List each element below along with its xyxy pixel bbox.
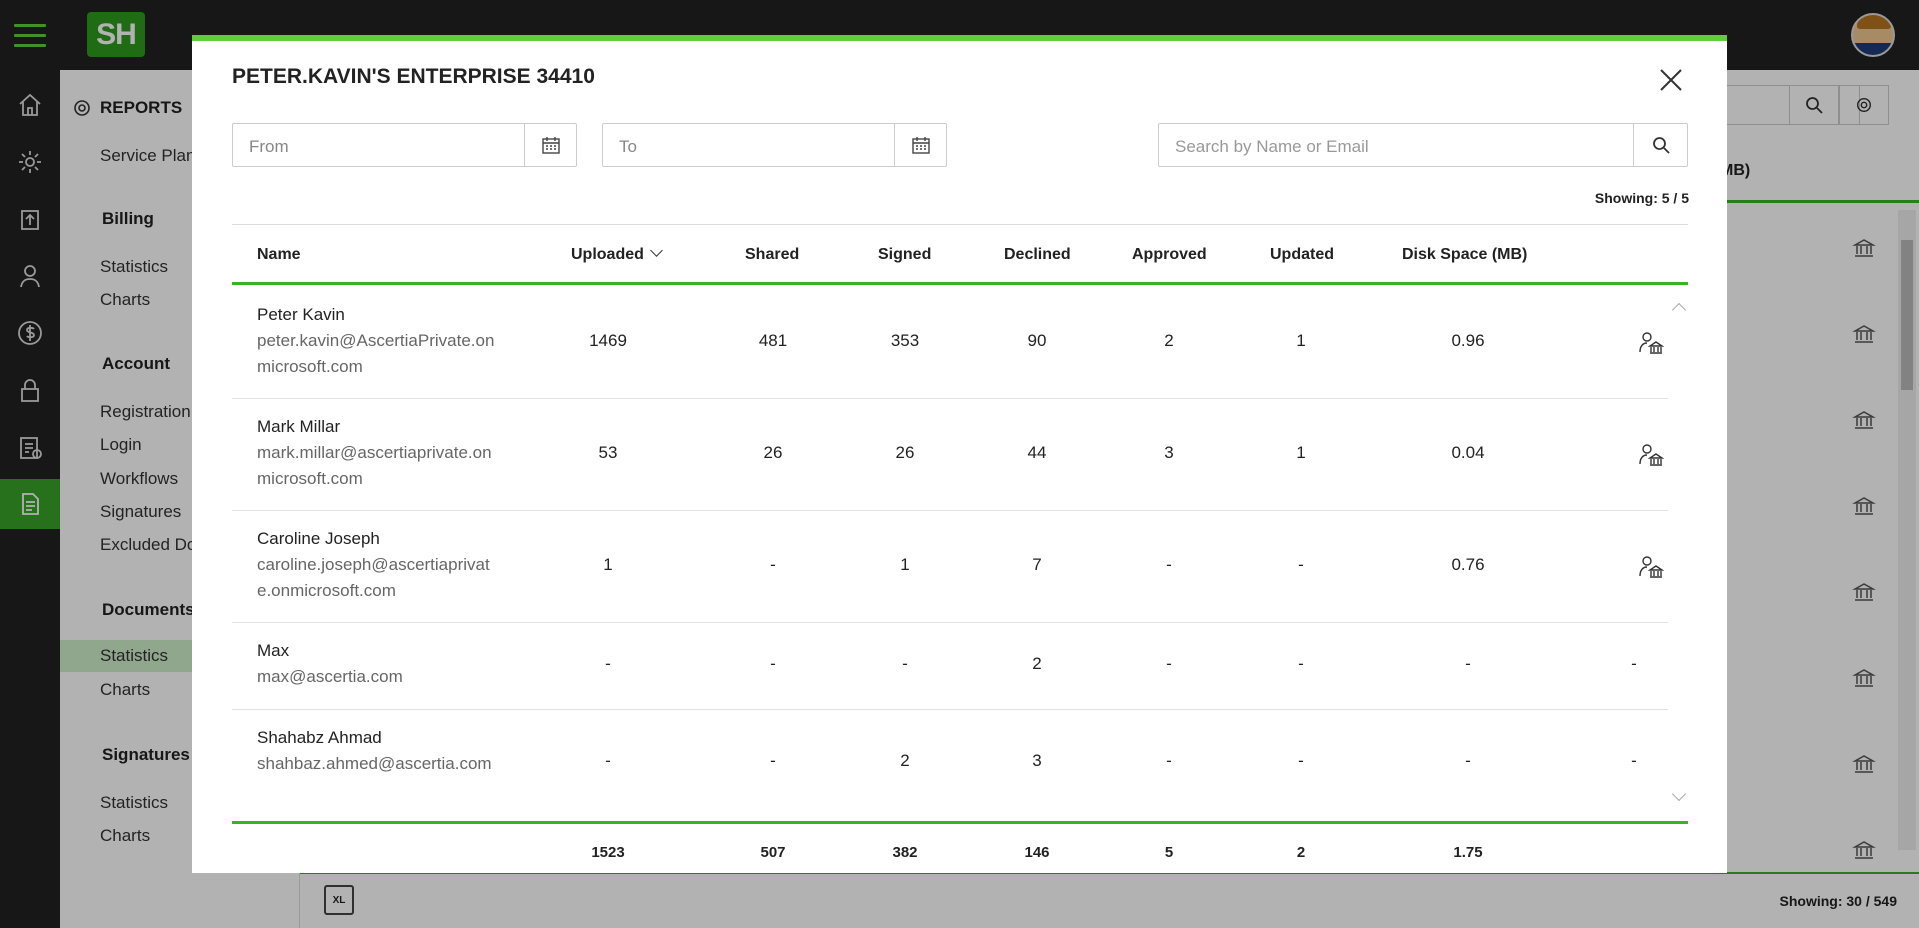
updated-value: - xyxy=(1298,555,1304,574)
signed-value: - xyxy=(902,654,908,673)
search-placeholder: Search by Name or Email xyxy=(1175,137,1369,156)
action-value: - xyxy=(1631,751,1637,770)
column-shared[interactable]: Shared xyxy=(745,246,799,264)
user-name: Shahabz Ahmad xyxy=(257,728,382,747)
user-name: Caroline Joseph xyxy=(257,529,380,548)
shared-value: 481 xyxy=(758,331,788,350)
table-totals-row: 1523 507 382 146 5 2 1.75 xyxy=(232,821,1688,879)
showing-count: Showing: 5 / 5 xyxy=(1594,190,1689,206)
user-email: max@ascertia.com xyxy=(257,667,403,686)
declined-value: 7 xyxy=(1032,555,1042,574)
total-disk-space: 1.75 xyxy=(1453,844,1483,861)
total-signed: 382 xyxy=(892,844,918,861)
total-shared: 507 xyxy=(760,844,786,861)
user-bank-icon[interactable] xyxy=(1638,330,1664,356)
user-email: peter.kavin@AscertiaPrivate.onmicrosoft.… xyxy=(257,331,495,376)
user-name: Mark Millar xyxy=(257,417,341,436)
user-name: Peter Kavin xyxy=(257,305,345,324)
approved-value: 3 xyxy=(1164,443,1174,462)
user-name: Max xyxy=(257,641,290,660)
uploaded-value: 1 xyxy=(603,555,613,574)
approved-value: - xyxy=(1166,751,1172,770)
shared-value: - xyxy=(770,751,776,770)
declined-value: 2 xyxy=(1032,654,1042,673)
declined-value: 90 xyxy=(1027,331,1047,350)
table-row[interactable]: Mark Millar mark.millar@ascertiaprivate.… xyxy=(232,400,1668,511)
table-row[interactable]: Peter Kavin peter.kavin@AscertiaPrivate.… xyxy=(232,288,1668,399)
column-signed[interactable]: Signed xyxy=(878,246,931,264)
table-scrollbar[interactable] xyxy=(1670,299,1688,809)
scroll-up-icon[interactable] xyxy=(1671,302,1687,318)
total-declined: 146 xyxy=(1024,844,1050,861)
column-disk-space[interactable]: Disk Space (MB) xyxy=(1402,246,1527,264)
modal-title: PETER.KAVIN'S ENTERPRISE 34410 xyxy=(232,65,595,88)
approved-value: - xyxy=(1166,555,1172,574)
signed-value: 26 xyxy=(895,443,915,462)
table-row[interactable]: Max max@ascertia.com - - - 2 - - - - xyxy=(232,624,1668,710)
signed-value: 1 xyxy=(900,555,910,574)
uploaded-value: 53 xyxy=(598,443,618,462)
uploaded-value: - xyxy=(605,654,611,673)
column-updated[interactable]: Updated xyxy=(1270,246,1334,264)
uploaded-value: - xyxy=(605,751,611,770)
declined-value: 3 xyxy=(1032,751,1042,770)
search-input[interactable]: Search by Name or Email xyxy=(1158,123,1688,167)
user-cell: Peter Kavin peter.kavin@AscertiaPrivate.… xyxy=(257,302,502,380)
column-uploaded[interactable]: Uploaded xyxy=(571,244,663,264)
user-cell: Mark Millar mark.millar@ascertiaprivate.… xyxy=(257,414,502,492)
column-name[interactable]: Name xyxy=(257,246,301,264)
to-placeholder: To xyxy=(619,137,637,156)
table-row[interactable]: Shahabz Ahmad shahbaz.ahmed@ascertia.com… xyxy=(232,711,1668,819)
scroll-down-icon[interactable] xyxy=(1671,786,1687,802)
updated-value: 1 xyxy=(1296,331,1306,350)
signed-value: 353 xyxy=(890,331,920,350)
enterprise-report-modal: PETER.KAVIN'S ENTERPRISE 34410 From To S… xyxy=(192,35,1727,873)
user-cell: Caroline Joseph caroline.joseph@ascertia… xyxy=(257,526,502,604)
to-date-field[interactable]: To xyxy=(602,123,947,167)
disk-space-value: 0.96 xyxy=(1451,331,1485,350)
search-icon[interactable] xyxy=(1633,124,1687,166)
column-uploaded-label: Uploaded xyxy=(571,246,644,263)
total-approved: 5 xyxy=(1164,844,1174,861)
calendar-icon[interactable] xyxy=(894,124,946,166)
total-uploaded: 1523 xyxy=(591,844,625,861)
table-row[interactable]: Caroline Joseph caroline.joseph@ascertia… xyxy=(232,512,1668,623)
disk-space-value: - xyxy=(1465,654,1471,673)
disk-space-value: 0.76 xyxy=(1451,555,1485,574)
approved-value: 2 xyxy=(1164,331,1174,350)
user-email: shahbaz.ahmed@ascertia.com xyxy=(257,754,492,773)
action-value: - xyxy=(1631,654,1637,673)
uploaded-value: 1469 xyxy=(589,331,627,350)
total-updated: 2 xyxy=(1296,844,1306,861)
user-bank-icon[interactable] xyxy=(1638,442,1664,468)
close-icon[interactable] xyxy=(1658,67,1684,93)
shared-value: - xyxy=(770,555,776,574)
declined-value: 44 xyxy=(1027,443,1047,462)
column-approved[interactable]: Approved xyxy=(1132,246,1207,264)
shared-value: - xyxy=(770,654,776,673)
table-header: Name Uploaded Shared Signed Declined App… xyxy=(232,224,1688,285)
sort-down-icon[interactable] xyxy=(650,244,663,257)
updated-value: - xyxy=(1298,751,1304,770)
user-cell: Max max@ascertia.com xyxy=(257,638,502,690)
shared-value: 26 xyxy=(763,443,783,462)
user-cell: Shahabz Ahmad shahbaz.ahmed@ascertia.com xyxy=(257,725,502,777)
column-declined[interactable]: Declined xyxy=(1004,246,1071,264)
updated-value: - xyxy=(1298,654,1304,673)
disk-space-value: 0.04 xyxy=(1451,443,1485,462)
user-email: mark.millar@ascertiaprivate.onmicrosoft.… xyxy=(257,443,492,488)
user-bank-icon[interactable] xyxy=(1638,554,1664,580)
user-email: caroline.joseph@ascertiaprivate.onmicros… xyxy=(257,555,490,600)
from-date-field[interactable]: From xyxy=(232,123,577,167)
approved-value: - xyxy=(1166,654,1172,673)
disk-space-value: - xyxy=(1465,751,1471,770)
from-placeholder: From xyxy=(249,137,289,156)
updated-value: 1 xyxy=(1296,443,1306,462)
calendar-icon[interactable] xyxy=(524,124,576,166)
signed-value: 2 xyxy=(900,751,910,770)
